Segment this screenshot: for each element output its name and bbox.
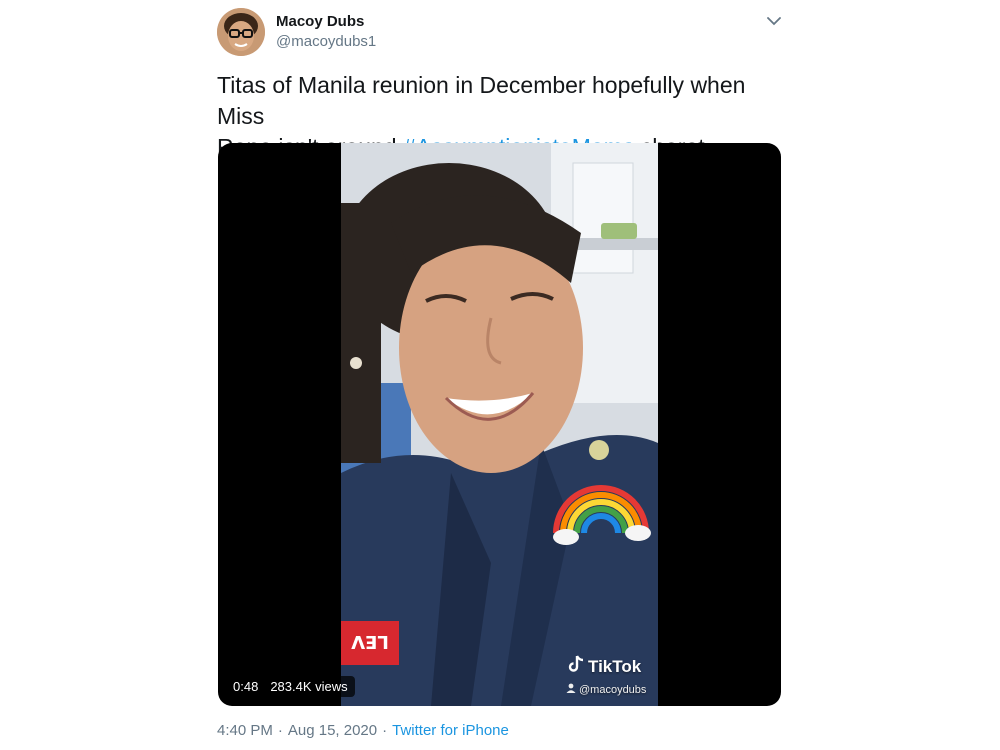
tiktok-username-label: @macoydubs [579,683,647,696]
tiktok-watermark: TikTok [568,655,641,678]
tiktok-brand-label: TikTok [588,656,642,676]
meta-separator: · [382,722,388,739]
chevron-down-icon [767,13,781,31]
jacket-patch-text: LEV [351,631,389,652]
avatar[interactable] [217,8,265,56]
tweet-text-line-1: Titas of Manila reunion in December hope… [217,72,746,129]
video-player[interactable]: LEV TikTok @macoydubs 0:48 283.4K views [218,143,781,706]
video-frame: LEV [341,143,658,706]
person-icon [566,683,576,696]
tweet-date[interactable]: Aug 15, 2020 [288,722,377,739]
tiktok-note-icon [568,655,584,678]
video-duration: 0:48 [233,679,259,694]
more-options-button[interactable] [762,10,786,34]
meta-separator: · [277,722,283,739]
author-name[interactable]: Macoy Dubs [276,13,364,30]
tiktok-username: @macoydubs [566,683,646,696]
video-view-count: 283.4K views [270,679,348,694]
tweet-time[interactable]: 4:40 PM [217,722,273,739]
video-meta-badge: 0:48 283.4K views [226,676,355,697]
tweet-source-link[interactable]: Twitter for iPhone [392,722,509,739]
author-handle[interactable]: @macoydubs1 [276,33,376,50]
tweet-card: Macoy Dubs @macoydubs1 Titas of Manila r… [0,0,1000,750]
tweet-meta: 4:40 PM · Aug 15, 2020 · Twitter for iPhone [217,722,509,739]
